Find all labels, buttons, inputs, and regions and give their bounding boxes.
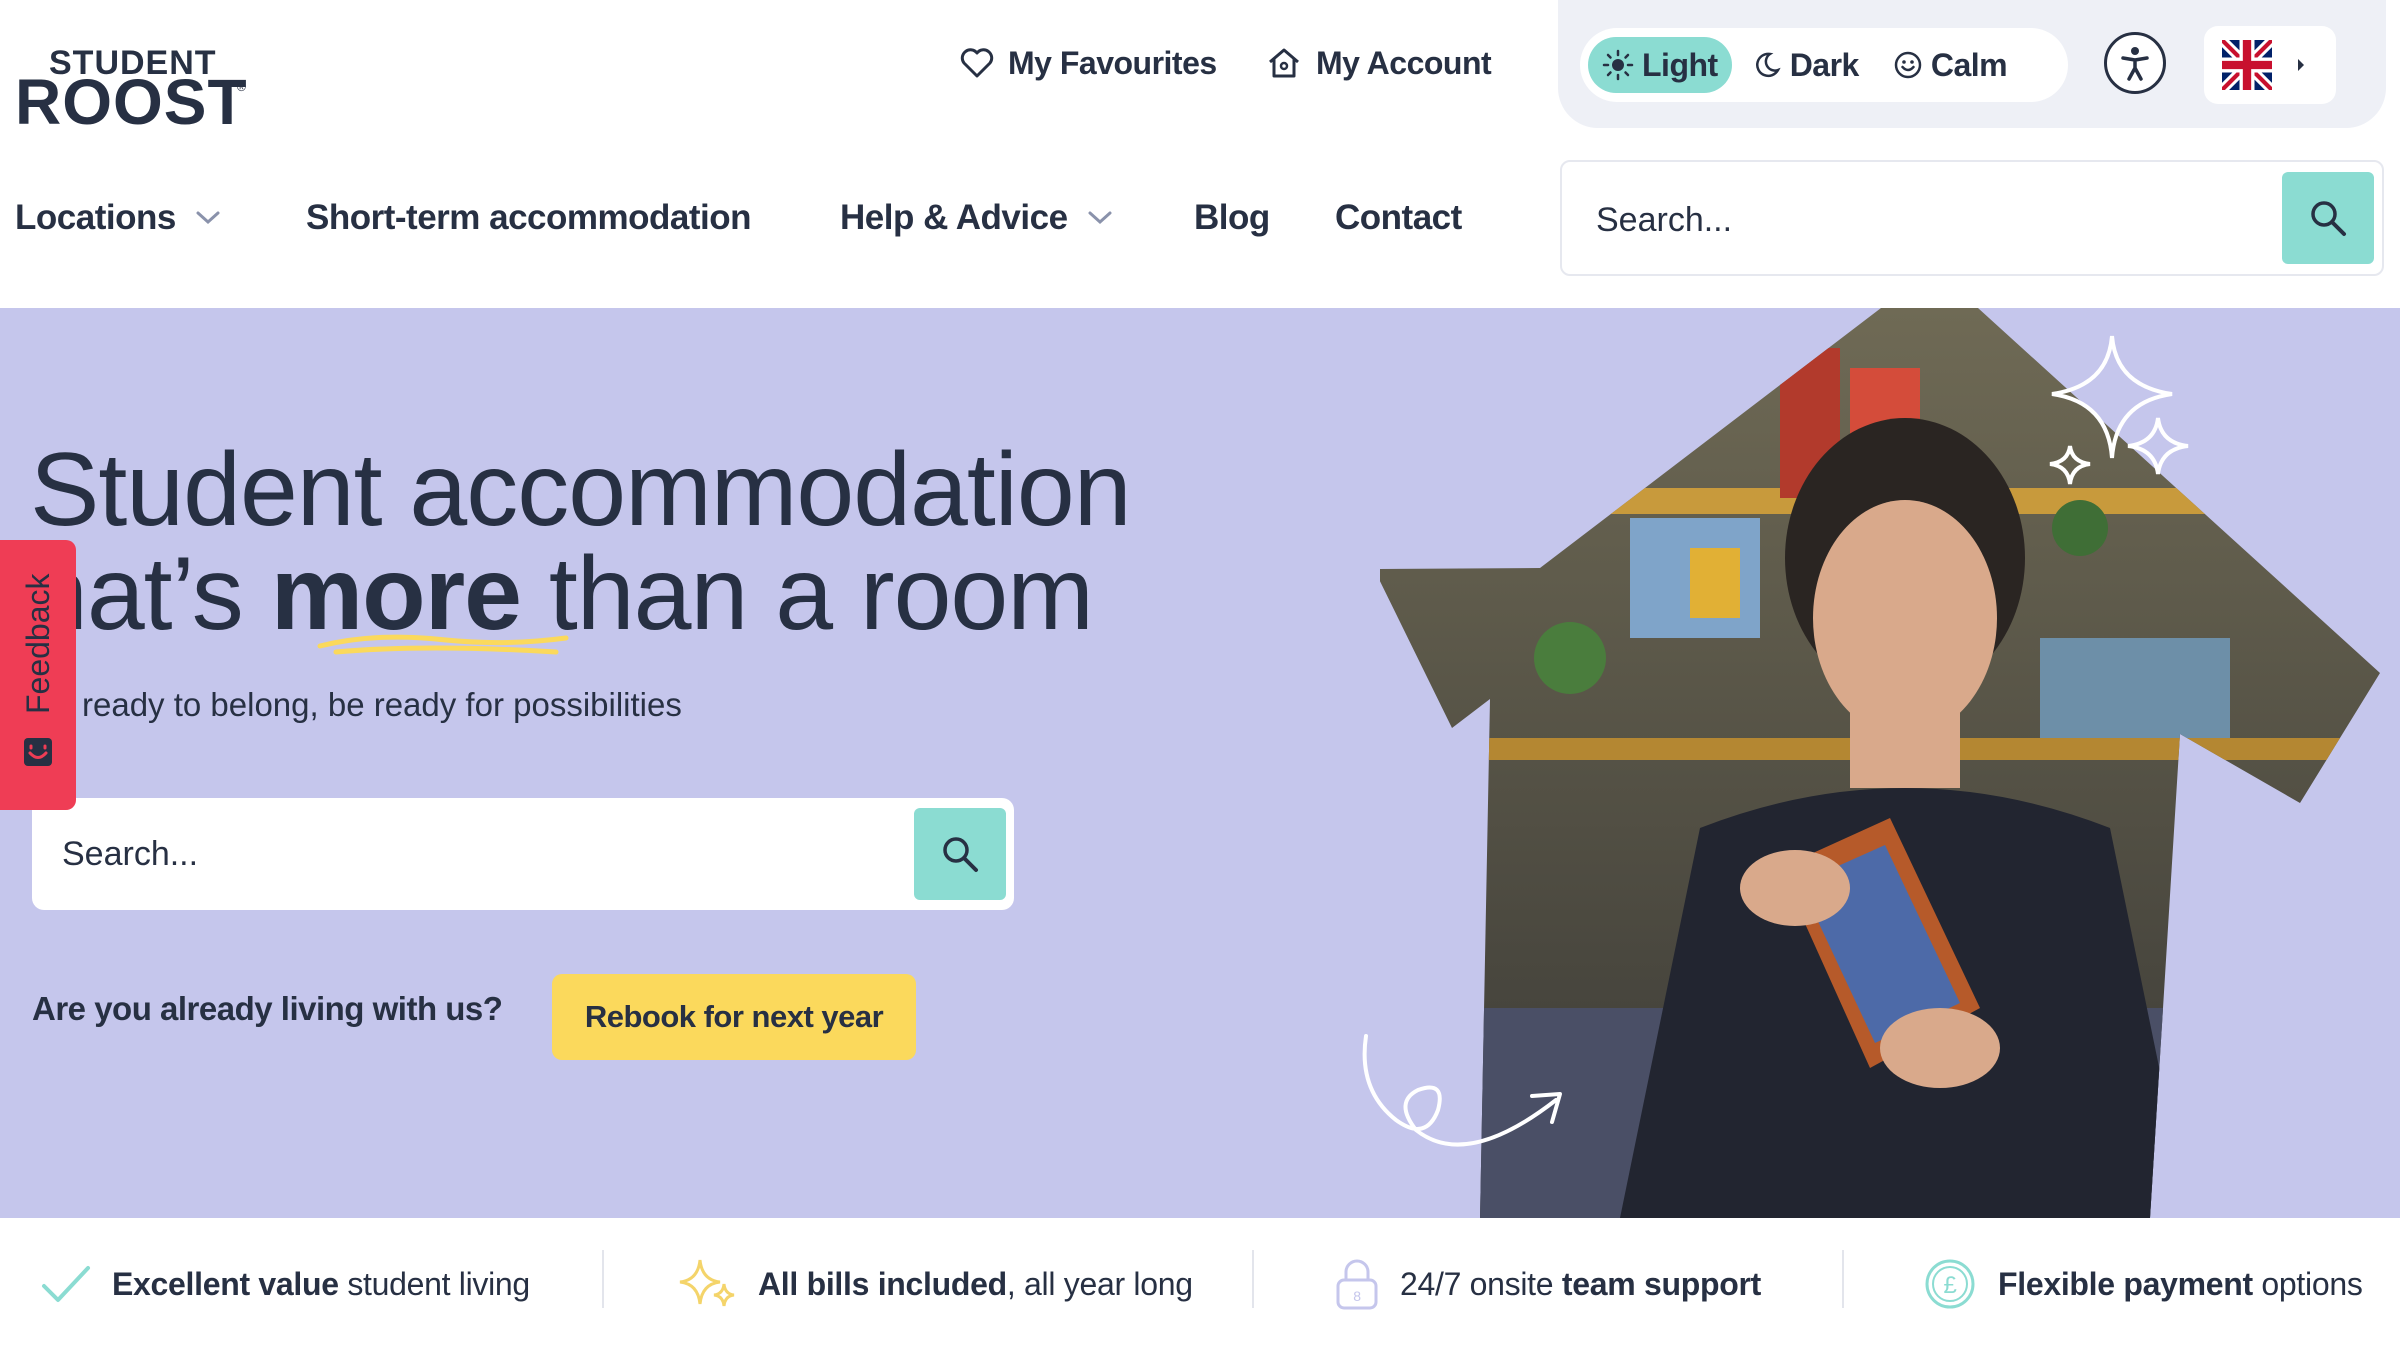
accessibility-button[interactable] bbox=[2104, 32, 2166, 94]
smiley-icon bbox=[1894, 51, 1922, 79]
benefit-payment-text: Flexible payment options bbox=[1998, 1266, 2363, 1303]
my-favourites-link[interactable]: My Favourites bbox=[960, 40, 1217, 86]
benefit-divider bbox=[1842, 1250, 1844, 1308]
hero-heading: Student accommodation hat’s more than a … bbox=[30, 438, 1290, 646]
logo-main-text: ROOST bbox=[15, 66, 248, 138]
benefit-value-text: Excellent value student living bbox=[112, 1266, 530, 1303]
home-icon bbox=[1269, 48, 1299, 78]
benefit-payment-rest: options bbox=[2252, 1265, 2363, 1302]
sparkle-icon bbox=[679, 1259, 735, 1307]
nav-blog-label: Blog bbox=[1194, 198, 1270, 237]
hero-heading-post: than a room bbox=[521, 536, 1094, 652]
rebook-question: Are you already living with us? bbox=[32, 990, 503, 1027]
student-roost-logo[interactable]: STUDENT ROOST ® bbox=[15, 40, 255, 140]
check-icon bbox=[42, 1266, 90, 1302]
hero-search-input[interactable] bbox=[62, 826, 882, 882]
feedback-tab[interactable]: Feedback bbox=[0, 540, 76, 810]
nav-help-advice[interactable]: Help & Advice bbox=[840, 190, 1114, 246]
theme-light-label: Light bbox=[1642, 46, 1718, 83]
theme-calm-label: Calm bbox=[1930, 46, 2008, 83]
theme-toggle[interactable]: Light Dark Calm bbox=[1580, 28, 2068, 102]
header-search-input[interactable] bbox=[1596, 192, 2236, 248]
theme-light-option[interactable]: Light bbox=[1588, 37, 1732, 93]
hero-search bbox=[32, 798, 1014, 910]
search-icon bbox=[2311, 201, 2346, 236]
benefits-bar: Excellent value student living All bills… bbox=[0, 1218, 2400, 1350]
hero-search-button[interactable] bbox=[914, 808, 1006, 900]
nav-contact[interactable]: Contact bbox=[1335, 190, 1462, 246]
nav-blog[interactable]: Blog bbox=[1194, 190, 1270, 246]
pound-coin-icon: £ bbox=[1925, 1259, 1975, 1309]
logo-registered-mark: ® bbox=[237, 80, 246, 94]
nav-help-advice-label: Help & Advice bbox=[840, 198, 1068, 237]
header-search bbox=[1560, 160, 2384, 276]
benefit-value-rest: student living bbox=[338, 1265, 530, 1302]
svg-text:8: 8 bbox=[1353, 1288, 1361, 1304]
benefit-bills-text: All bills included, all year long bbox=[758, 1266, 1193, 1303]
benefit-bills: All bills included, all year long bbox=[676, 1254, 1193, 1314]
rebook-button[interactable]: Rebook for next year bbox=[552, 974, 916, 1060]
my-favourites-label: My Favourites bbox=[1008, 44, 1217, 81]
benefit-support-text: 24/7 onsite team support bbox=[1400, 1266, 1761, 1303]
hero-subtitle: ready to belong, be ready for possibilit… bbox=[82, 686, 682, 723]
benefit-support-strong: team support bbox=[1561, 1265, 1761, 1302]
moon-icon bbox=[1755, 52, 1781, 78]
caret-right-icon bbox=[2298, 59, 2304, 71]
my-account-link[interactable]: My Account bbox=[1266, 40, 1492, 86]
hero-heading-line-2: hat’s more than a room bbox=[30, 542, 1290, 646]
nav-short-term[interactable]: Short-term accommodation bbox=[306, 190, 752, 246]
yellow-underline-decoration bbox=[317, 634, 569, 655]
sun-icon bbox=[1602, 49, 1634, 81]
nav-locations[interactable]: Locations bbox=[15, 190, 222, 246]
nav-contact-label: Contact bbox=[1335, 198, 1462, 237]
benefit-divider bbox=[1252, 1250, 1254, 1308]
hero-heading-line-1: Student accommodation bbox=[30, 432, 1132, 548]
nav-locations-label: Locations bbox=[15, 198, 176, 237]
benefit-bills-rest: , all year long bbox=[1006, 1265, 1193, 1302]
accessibility-icon bbox=[2121, 47, 2149, 81]
benefit-payment: £ Flexible payment options bbox=[1922, 1254, 2363, 1314]
chevron-down-icon bbox=[1088, 211, 1112, 225]
sparkles-decoration bbox=[2049, 335, 2189, 485]
feedback-label: Feedback bbox=[20, 573, 56, 714]
theme-dark-label: Dark bbox=[1789, 46, 1860, 83]
my-account-label: My Account bbox=[1316, 44, 1492, 81]
hero-section: Student accommodation hat’s more than a … bbox=[0, 308, 2400, 1218]
theme-dark-option[interactable]: Dark bbox=[1738, 37, 1873, 93]
chevron-down-icon bbox=[196, 211, 220, 225]
lock-icon: 8 bbox=[1336, 1259, 1378, 1310]
search-icon bbox=[943, 837, 978, 872]
benefit-divider bbox=[602, 1250, 604, 1308]
nav-short-term-label: Short-term accommodation bbox=[306, 198, 752, 237]
benefit-support: 8 24/7 onsite team support bbox=[1334, 1254, 1761, 1314]
svg-text:£: £ bbox=[1943, 1272, 1956, 1299]
language-selector[interactable] bbox=[2204, 26, 2336, 104]
feedback-smiley-icon bbox=[24, 738, 52, 766]
uk-flag-icon bbox=[2222, 40, 2272, 90]
theme-calm-option[interactable]: Calm bbox=[1879, 37, 2021, 93]
benefit-value-strong: Excellent value bbox=[112, 1265, 339, 1302]
benefit-value: Excellent value student living bbox=[40, 1254, 530, 1314]
header-search-button[interactable] bbox=[2282, 172, 2374, 264]
benefit-support-pre: 24/7 onsite bbox=[1400, 1265, 1562, 1302]
benefit-bills-strong: All bills included bbox=[758, 1265, 1007, 1302]
swirl-arrow-decoration bbox=[1362, 1034, 1562, 1147]
benefit-payment-strong: Flexible payment bbox=[1998, 1265, 2253, 1302]
heart-icon bbox=[960, 48, 994, 78]
